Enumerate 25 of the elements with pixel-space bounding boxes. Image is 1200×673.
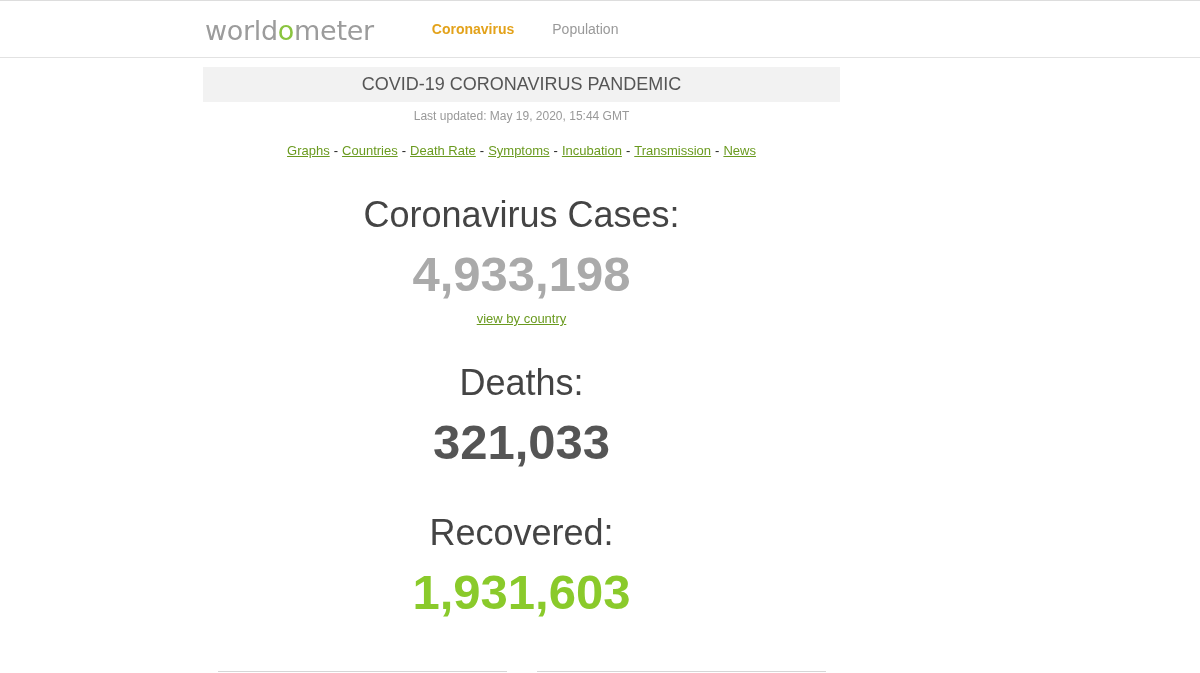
topic-link[interactable]: News (723, 143, 756, 159)
link-separator: - (479, 143, 485, 159)
topic-link[interactable]: Symptoms (488, 143, 550, 159)
counter-label: Recovered: (429, 512, 614, 554)
counter-number: 1,931,603 (412, 564, 631, 620)
topic-link[interactable]: Incubation (561, 143, 622, 159)
link-separator: - (715, 143, 720, 159)
link-separator: - (553, 143, 558, 159)
page-title-bar: COVID-19 CORONAVIRUS PANDEMIC (203, 67, 840, 102)
counter-number: 4,933,198 (412, 246, 631, 302)
counter-number: 321,033 (432, 414, 611, 470)
topic-link[interactable]: Countries (342, 143, 398, 159)
nav-tab[interactable]: Population (552, 21, 619, 37)
counter-label: Deaths: (459, 362, 584, 404)
view-by-country-link[interactable]: view by country (476, 311, 567, 327)
link-separator: - (625, 143, 631, 159)
link-separator: - (401, 143, 407, 159)
topic-link[interactable]: Death Rate (410, 143, 476, 159)
nav-tab[interactable]: Coronavirus (431, 21, 515, 37)
link-separator: - (333, 143, 339, 159)
topic-link[interactable]: Graphs (287, 143, 330, 159)
last-updated-text: Last updated: May 19, 2020, 15:44 GMT (413, 109, 630, 123)
topic-link[interactable]: Transmission (634, 143, 712, 159)
counter-label: Coronavirus Cases: (363, 194, 680, 236)
site-logo[interactable]: worldometer (205, 16, 374, 44)
